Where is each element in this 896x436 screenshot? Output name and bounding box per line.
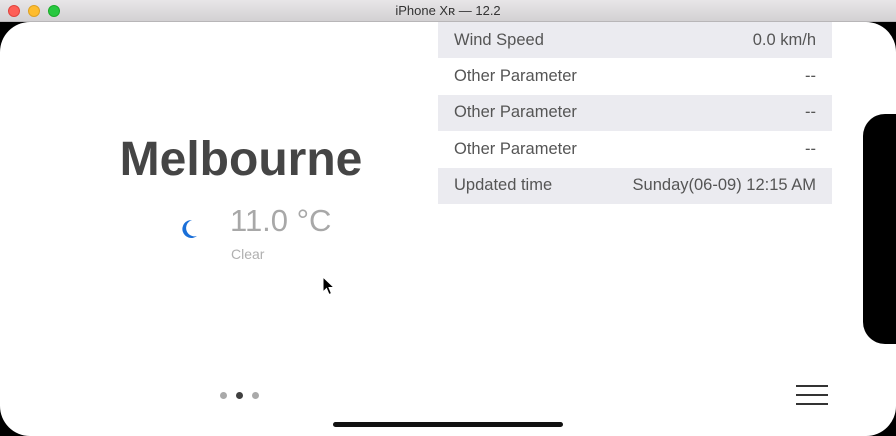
detail-value: -- bbox=[805, 103, 816, 122]
detail-label: Other Parameter bbox=[454, 103, 577, 122]
device-notch bbox=[863, 114, 896, 344]
detail-value: -- bbox=[805, 139, 816, 158]
detail-row-other-parameter-2: Other Parameter -- bbox=[438, 94, 832, 132]
title-bar: iPhone Xʀ — 12.2 bbox=[0, 0, 896, 22]
detail-row-other-parameter-1: Other Parameter -- bbox=[438, 58, 832, 94]
mouse-pointer-icon bbox=[322, 276, 336, 296]
detail-label: Other Parameter bbox=[454, 139, 577, 158]
detail-label: Other Parameter bbox=[454, 67, 577, 86]
detail-row-other-parameter-3: Other Parameter -- bbox=[438, 131, 832, 167]
hamburger-menu-icon[interactable] bbox=[796, 385, 828, 407]
detail-value: Sunday(06-09) 12:15 AM bbox=[632, 176, 816, 195]
page-indicator[interactable] bbox=[220, 392, 259, 399]
weather-condition: Clear bbox=[231, 246, 265, 262]
city-name: Melbourne bbox=[119, 133, 363, 186]
detail-value: -- bbox=[805, 67, 816, 86]
page-dot[interactable] bbox=[220, 392, 227, 399]
detail-row-updated-time: Updated time Sunday(06-09) 12:15 AM bbox=[438, 167, 832, 204]
detail-label: Wind Speed bbox=[454, 30, 544, 49]
weather-details-table: Wind Speed 0.0 km/h Other Parameter -- O… bbox=[438, 22, 832, 204]
detail-label: Updated time bbox=[454, 176, 553, 195]
window-title: iPhone Xʀ — 12.2 bbox=[395, 3, 501, 18]
device-screen: Melbourne 11.0 °C Clear Wind Speed 0.0 k… bbox=[0, 22, 896, 436]
page-dot[interactable] bbox=[252, 392, 259, 399]
detail-row-wind-speed: Wind Speed 0.0 km/h bbox=[438, 22, 832, 59]
detail-value: 0.0 km/h bbox=[752, 30, 816, 49]
menu-line bbox=[796, 385, 828, 387]
moon-icon bbox=[182, 219, 197, 238]
page-dot-active[interactable] bbox=[236, 392, 243, 399]
home-indicator[interactable] bbox=[333, 422, 563, 427]
temperature: 11.0 °C bbox=[230, 203, 332, 238]
menu-line bbox=[796, 403, 828, 405]
menu-line bbox=[796, 394, 828, 396]
current-weather-panel: Melbourne 11.0 °C Clear bbox=[0, 22, 440, 436]
simulator-window: iPhone Xʀ — 12.2 Melbourne 11.0 °C Clear… bbox=[0, 0, 896, 436]
